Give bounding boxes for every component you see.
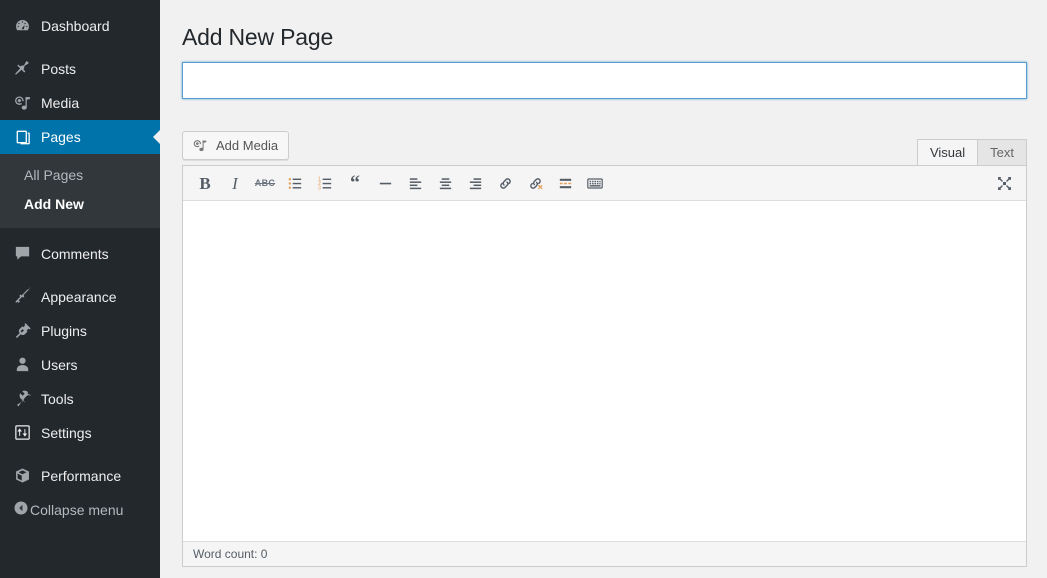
- editor-status-bar: Word count: 0: [183, 541, 1026, 566]
- sidebar-item-posts[interactable]: Posts: [0, 52, 160, 86]
- active-menu-arrow: [153, 129, 161, 145]
- media-icon: [192, 137, 210, 155]
- align-center-icon[interactable]: [431, 170, 459, 196]
- strikethrough-icon[interactable]: ABC: [251, 170, 279, 196]
- admin-sidebar: Dashboard Posts Media Pages All Pages Ad…: [0, 0, 161, 578]
- wrench-icon: [12, 389, 32, 409]
- sidebar-item-label: Performance: [41, 467, 122, 484]
- page-title: Add New Page: [182, 24, 334, 50]
- sidebar-submenu-item-all-pages[interactable]: All Pages: [0, 161, 160, 190]
- sidebar-item-label: Posts: [41, 61, 77, 77]
- sidebar-item-performance[interactable]: Performance: [0, 459, 160, 493]
- read-more-icon[interactable]: [551, 170, 579, 196]
- svg-text:3: 3: [317, 185, 320, 191]
- cube-icon: [12, 466, 32, 486]
- unlink-icon[interactable]: [521, 170, 549, 196]
- pages-icon: [12, 127, 32, 147]
- tab-text[interactable]: Text: [977, 139, 1027, 165]
- tab-visual[interactable]: Visual: [916, 139, 979, 165]
- insert-link-icon[interactable]: [491, 170, 519, 196]
- plugin-icon: [12, 321, 32, 341]
- settings-icon: [12, 423, 32, 443]
- sidebar-item-label: Media: [41, 95, 80, 111]
- bold-icon[interactable]: B: [191, 170, 219, 196]
- editor-container: Add Media Visual Text B I ABC 1 2 3 “ Wo…: [182, 131, 1027, 567]
- collapse-menu-button[interactable]: Collapse menu: [0, 493, 160, 527]
- sidebar-item-label: Tools: [41, 390, 74, 407]
- sidebar-submenu-item-add-new[interactable]: Add New: [0, 190, 160, 219]
- sidebar-group-spacer-1: [0, 43, 160, 52]
- sidebar-item-label: Settings: [41, 424, 92, 441]
- editor-content-area[interactable]: [183, 201, 1026, 541]
- editor-toolbar: B I ABC 1 2 3 “: [183, 166, 1026, 201]
- sidebar-item-label: Plugins: [41, 322, 87, 339]
- pin-icon: [12, 59, 32, 79]
- title-field-wrapper: [182, 62, 1027, 99]
- align-left-icon[interactable]: [401, 170, 429, 196]
- dashboard-icon: [12, 16, 32, 36]
- brush-icon: [12, 287, 32, 307]
- sidebar-item-users[interactable]: Users: [0, 348, 160, 382]
- blockquote-icon[interactable]: “: [341, 170, 369, 196]
- sidebar-item-tools[interactable]: Tools: [0, 382, 160, 416]
- user-icon: [12, 355, 32, 375]
- horizontal-rule-icon[interactable]: [371, 170, 399, 196]
- comment-icon: [12, 244, 32, 264]
- main-content: Add New Page Add Media Visual Text B I A…: [160, 0, 1047, 578]
- page-title-input[interactable]: [182, 62, 1027, 99]
- bullet-list-icon[interactable]: [281, 170, 309, 196]
- sidebar-top-spacer: [0, 0, 160, 9]
- sidebar-item-media[interactable]: Media: [0, 86, 160, 120]
- add-media-label: Add Media: [216, 138, 279, 153]
- numbered-list-icon[interactable]: 1 2 3: [311, 170, 339, 196]
- sidebar-item-plugins[interactable]: Plugins: [0, 314, 160, 348]
- sidebar-item-appearance[interactable]: Appearance: [0, 280, 160, 314]
- sidebar-item-label: Users: [41, 356, 78, 373]
- sidebar-item-label: Dashboard: [41, 18, 110, 34]
- sidebar-item-label: Comments: [41, 245, 109, 262]
- fullscreen-icon[interactable]: [990, 170, 1018, 196]
- sidebar-item-label: Pages: [41, 129, 81, 145]
- word-count-label: Word count: 0: [193, 547, 268, 561]
- align-right-icon[interactable]: [461, 170, 489, 196]
- sidebar-item-dashboard[interactable]: Dashboard: [0, 9, 160, 43]
- sidebar-item-label: Appearance: [41, 288, 117, 305]
- italic-icon[interactable]: I: [221, 170, 249, 196]
- sidebar-submenu-pages: All Pages Add New: [0, 154, 160, 228]
- sidebar-group-spacer-4: [0, 450, 160, 459]
- collapse-menu-label: Collapse menu: [30, 501, 124, 518]
- keyboard-shortcuts-icon[interactable]: [581, 170, 609, 196]
- wordpress-admin-screen: Dashboard Posts Media Pages All Pages Ad…: [0, 0, 1047, 578]
- add-media-button[interactable]: Add Media: [182, 131, 290, 160]
- sidebar-group-spacer-2: [0, 228, 160, 237]
- editor-mode-tabs: Visual Text: [916, 139, 1027, 165]
- collapse-arrow-icon: [12, 499, 30, 520]
- editor-media-bar: Add Media Visual Text: [182, 131, 1027, 165]
- sidebar-item-comments[interactable]: Comments: [0, 237, 160, 271]
- editor-box: B I ABC 1 2 3 “ Word count: 0: [182, 165, 1027, 567]
- sidebar-group-spacer-3: [0, 271, 160, 280]
- sidebar-item-pages[interactable]: Pages: [0, 120, 161, 154]
- sidebar-item-settings[interactable]: Settings: [0, 416, 160, 450]
- media-icon: [12, 93, 32, 113]
